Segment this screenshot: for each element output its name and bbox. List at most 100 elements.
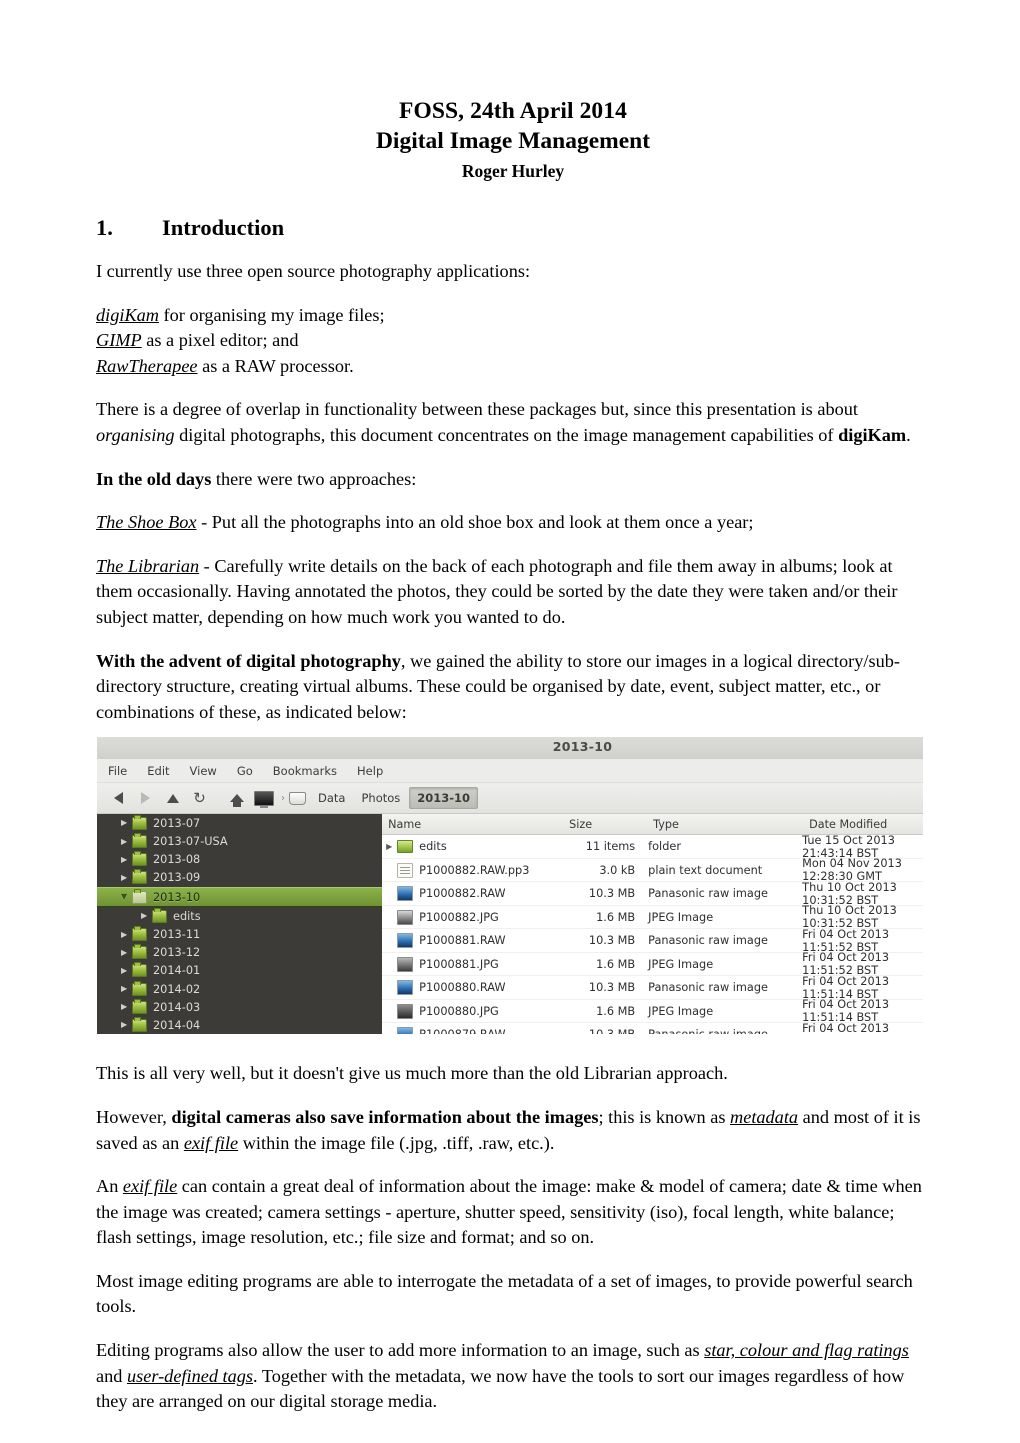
paragraph-overlap: There is a degree of overlap in function…: [96, 379, 930, 448]
table-row[interactable]: ▶ P1000880.JPG 1.6 MB JPEG Image Fri 04 O…: [382, 998, 923, 1025]
expand-arrow-icon[interactable]: ▶: [121, 1003, 132, 1011]
tree-item-label: 2013-07-USA: [153, 835, 228, 849]
tree-item-2014-04[interactable]: ▶ 2014-04: [97, 1016, 382, 1034]
expand-arrow-icon[interactable]: ▶: [121, 985, 132, 993]
file-list[interactable]: Name Size Type Date Modified ▶ edits 11 i…: [382, 814, 923, 1035]
raw-image-icon: [397, 886, 414, 902]
file-size-cell: 1.6 MB: [596, 957, 636, 971]
file-name-cell: ▶ edits: [382, 840, 561, 854]
expand-arrow-icon[interactable]: ▶: [121, 855, 132, 864]
section-number: 1.: [96, 215, 113, 240]
column-header-type[interactable]: Type: [647, 818, 803, 831]
window-titlebar: 2013-10: [97, 737, 923, 760]
file-name-label: P1000880.RAW: [419, 981, 506, 995]
tree-item-label: 2013-11: [153, 928, 201, 942]
expand-arrow-icon[interactable]: ▶: [121, 819, 132, 827]
text-document-icon: [397, 862, 414, 878]
file-name-cell: ▶ P1000882.RAW: [382, 886, 561, 902]
breadcrumb-data[interactable]: Data: [311, 788, 352, 808]
reload-button[interactable]: ↻: [186, 786, 213, 810]
menu-bar: File Edit View Go Bookmarks Help: [97, 759, 923, 784]
tree-item-2014-01[interactable]: ▶ 2014-01: [97, 962, 382, 980]
spacer-icon: ▶: [386, 889, 397, 898]
paragraph-exif-contents: An exif file can contain a great deal of…: [96, 1156, 930, 1251]
column-header-size[interactable]: Size: [563, 818, 647, 831]
file-date-cell: Fri 04 Oct 2013 11:51:14 BST: [802, 974, 890, 1001]
file-size-cell: 11 items: [585, 840, 636, 854]
ratings-text-b: and: [96, 1365, 127, 1386]
table-row[interactable]: ▶ edits 11 items folder Tue 15 Oct 2013 2…: [382, 834, 923, 860]
tree-item-2013-12[interactable]: ▶ 2013-12: [97, 944, 382, 962]
tree-item-label: 2014-03: [153, 1000, 201, 1014]
title-line-2: Digital Image Management: [375, 128, 651, 154]
file-size-cell: 10.3 MB: [561, 1028, 642, 1034]
menu-item-edit[interactable]: Edit: [147, 764, 169, 778]
spacer-icon: ▶: [386, 866, 397, 875]
up-button[interactable]: [159, 786, 186, 810]
expand-arrow-icon[interactable]: ▶: [121, 930, 132, 939]
folder-icon: [132, 962, 147, 978]
forward-button[interactable]: [132, 786, 159, 810]
computer-button[interactable]: [250, 786, 277, 810]
spacer-icon: ▶: [386, 936, 397, 945]
disk-icon: [289, 791, 306, 805]
paragraph-intro-text: I currently use three open source photog…: [96, 261, 531, 281]
tree-item-2013-07-usa[interactable]: ▶ 2013-07-USA: [97, 833, 382, 851]
table-row[interactable]: ▶ P1000882.RAW 10.3 MB Panasonic raw imag…: [382, 881, 923, 907]
table-row[interactable]: ▶ P1000882.JPG 1.6 MB JPEG Image Thu 10 O…: [382, 904, 923, 930]
table-row[interactable]: ▶ P1000882.RAW.pp3 3.0 kB plain text docu…: [382, 857, 923, 883]
column-header-date-modified[interactable]: Date Modified: [803, 818, 923, 831]
file-size-cell: 10.3 MB: [588, 887, 636, 901]
menu-item-view[interactable]: View: [190, 764, 217, 778]
paragraph-very-well: This is all very well, but it doesn't gi…: [96, 1034, 930, 1087]
table-row[interactable]: ▶ P1000879.RAW 10.3 MB Panasonic raw imag…: [382, 1022, 923, 1035]
column-header-name[interactable]: Name: [382, 818, 563, 831]
folder-tree-sidebar[interactable]: ▶ 2013-07 ▶ 2013-07-USA ▶ 2013-08 ▶ 2013-09 …: [97, 814, 383, 1035]
overlap-text-a: There is a degree of overlap in function…: [96, 399, 858, 420]
file-type-cell: Panasonic raw image: [642, 1028, 798, 1034]
expand-arrow-icon[interactable]: ▶: [121, 837, 132, 846]
menu-item-bookmarks[interactable]: Bookmarks: [273, 764, 337, 778]
computer-icon: [253, 790, 274, 808]
expand-arrow-icon[interactable]: ▶: [121, 873, 132, 882]
menu-item-go[interactable]: Go: [237, 764, 253, 778]
tree-item-2014-02[interactable]: ▶ 2014-02: [97, 980, 382, 998]
folder-icon: [132, 1016, 147, 1032]
collapse-arrow-icon[interactable]: ▼: [121, 893, 132, 901]
table-row[interactable]: ▶ P1000881.JPG 1.6 MB JPEG Image Fri 04 O…: [382, 951, 923, 977]
table-row[interactable]: ▶ P1000880.RAW 10.3 MB Panasonic raw imag…: [382, 974, 923, 1001]
file-date-cell: Fri 04 Oct 2013 11:51:14 BST: [802, 998, 890, 1025]
home-button[interactable]: [223, 786, 250, 810]
tree-item-2014-03[interactable]: ▶ 2014-03: [97, 998, 382, 1016]
app-desc-gimp: as a pixel editor; and: [141, 330, 299, 351]
paragraph-search-tools: Most image editing programs are able to …: [96, 1251, 930, 1320]
tree-item-2013-10-selected[interactable]: ▼ 2013-10: [97, 887, 383, 908]
table-row[interactable]: ▶ P1000881.RAW 10.3 MB Panasonic raw imag…: [382, 928, 923, 954]
file-type-cell: JPEG Image: [648, 910, 714, 924]
file-name-label: P1000879.RAW: [419, 1028, 505, 1034]
menu-item-file[interactable]: File: [108, 764, 127, 778]
back-button[interactable]: [105, 786, 132, 810]
search-tools-text: Most image editing programs are able to …: [96, 1270, 913, 1317]
spacer-icon: ▶: [386, 983, 397, 992]
breadcrumb-photos[interactable]: Photos: [354, 788, 407, 808]
tree-item-2013-07[interactable]: ▶ 2013-07: [97, 814, 382, 832]
menu-item-help[interactable]: Help: [357, 764, 383, 778]
tree-item-2013-08[interactable]: ▶ 2013-08: [97, 851, 382, 869]
breadcrumb-current[interactable]: 2013-10: [409, 787, 479, 810]
tree-item-edits[interactable]: ▶ edits: [97, 907, 382, 925]
document-page: FOSS, 24th April 2014 Digital Image Mana…: [0, 0, 1020, 1443]
tree-item-2013-11[interactable]: ▶ 2013-11: [97, 925, 382, 943]
expand-arrow-icon[interactable]: ▶: [121, 966, 132, 975]
term-shoe-box: The Shoe Box: [96, 512, 197, 533]
expand-arrow-icon[interactable]: ▶: [141, 912, 152, 920]
exif-text-b: can contain a great deal of information …: [96, 1176, 922, 1248]
file-list-header: Name Size Type Date Modified: [382, 814, 923, 836]
expand-arrow-icon[interactable]: ▶: [121, 948, 132, 957]
tree-item-2013-09[interactable]: ▶ 2013-09: [97, 869, 382, 887]
expand-arrow-icon[interactable]: ▶: [386, 842, 397, 851]
term-star-colour-flag-ratings: star, colour and flag ratings: [704, 1340, 909, 1361]
expand-arrow-icon[interactable]: ▶: [121, 1021, 132, 1029]
paragraph-metadata: However, digital cameras also save infor…: [96, 1087, 930, 1156]
app-name-rawtherapee: RawTherapee: [96, 355, 198, 376]
